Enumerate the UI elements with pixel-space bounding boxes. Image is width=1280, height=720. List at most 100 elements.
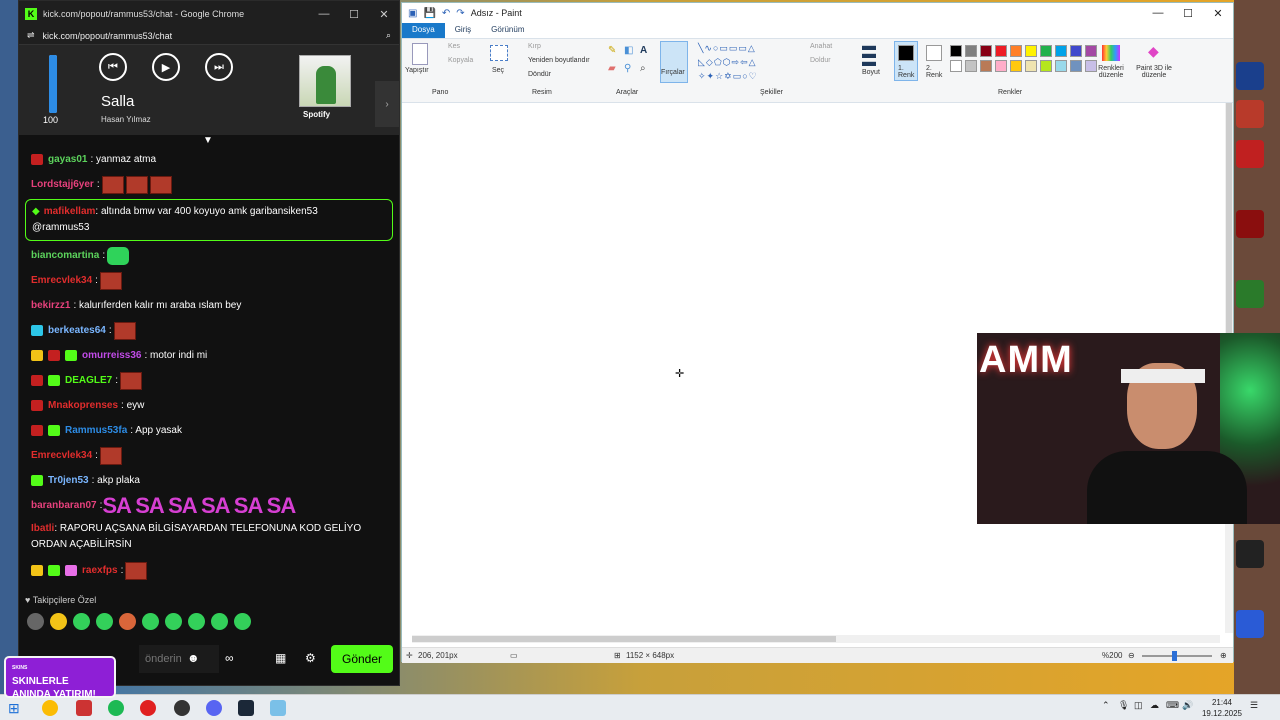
emote-icon[interactable] (211, 613, 228, 630)
cut-button[interactable]: Kes (448, 43, 460, 50)
chat-username[interactable]: Tr0jen53 (48, 475, 89, 486)
shapes-gallery-icon[interactable]: ◺◇⬠⬡⇨⇦△ (698, 57, 757, 68)
eraser-icon[interactable]: ▰ (608, 63, 616, 74)
chat-username[interactable]: berkeates64 (48, 325, 106, 336)
emote-icon[interactable] (27, 613, 44, 630)
text-tool-icon[interactable]: A (640, 45, 647, 56)
maximize-icon[interactable]: ☐ (339, 8, 369, 21)
zoom-out-icon[interactable]: ⊖ (1128, 651, 1135, 660)
paint3d-icon[interactable]: ◆ (1148, 43, 1159, 60)
scroll-thumb[interactable] (412, 636, 836, 642)
close-icon[interactable]: ✕ (369, 8, 399, 21)
palette-color-swatch[interactable] (995, 60, 1007, 72)
microphone-icon[interactable]: 🎙 (1118, 700, 1129, 711)
emote-icon[interactable] (73, 613, 90, 630)
emote-icon[interactable] (165, 613, 182, 630)
palette-color-swatch[interactable] (965, 60, 977, 72)
edit-colors-button[interactable]: Renkleri düzenle (1096, 65, 1126, 79)
palette-color-swatch[interactable] (980, 45, 992, 57)
palette-color-swatch[interactable] (950, 45, 962, 57)
play-icon[interactable]: ▶ (152, 53, 180, 81)
previous-track-icon[interactable]: ⏮ (99, 53, 127, 81)
palette-color-swatch[interactable] (1055, 60, 1067, 72)
copy-button[interactable]: Kopyala (448, 57, 473, 64)
maximize-icon[interactable]: ☐ (1173, 7, 1203, 20)
desktop-shortcut-icon[interactable] (1236, 210, 1264, 238)
chat-username[interactable]: Emrecvlek34 (31, 275, 92, 286)
color-picker-icon[interactable]: ⚲ (624, 63, 631, 74)
chat-username[interactable]: DEAGLE7 (65, 375, 112, 386)
shapes-gallery-icon[interactable]: ✧✦☆✡▭○♡ (698, 71, 758, 82)
zoom-search-icon[interactable]: ⌕ (386, 30, 391, 41)
chrome-taskbar-icon[interactable] (42, 700, 58, 716)
address-bar[interactable]: ⇌ kick.com/popout/rammus53/chat ⌕ (19, 27, 399, 45)
palette-color-swatch[interactable] (1010, 60, 1022, 72)
chat-username[interactable]: Ibatli (31, 523, 54, 534)
undo-icon[interactable]: ↶ (442, 8, 450, 19)
resize-button[interactable]: Yeniden boyutlandır (528, 57, 590, 64)
minimize-icon[interactable]: — (309, 8, 339, 20)
scroll-thumb[interactable] (1226, 103, 1232, 333)
zoom-in-icon[interactable]: ⊕ (1220, 651, 1227, 660)
palette-color-swatch[interactable] (965, 45, 977, 57)
edit-colors-icon[interactable] (1102, 45, 1120, 61)
emote-icon[interactable] (234, 613, 251, 630)
chat-username[interactable]: Lordstajj6yer (31, 179, 94, 190)
tab-home[interactable]: Giriş (445, 23, 481, 38)
chat-username[interactable]: Emrecvlek34 (31, 450, 92, 461)
palette-color-swatch[interactable] (1085, 45, 1097, 57)
chat-username[interactable]: biancomartina (31, 250, 99, 261)
volume-slider[interactable] (49, 55, 57, 113)
skins-ad-banner[interactable]: SKINS SKINLERLE ANINDA YATIRIM! (4, 656, 116, 700)
chat-username[interactable]: baranbaran07 (31, 500, 97, 511)
emote-icon[interactable] (188, 613, 205, 630)
collapse-chat-icon[interactable]: ▼ (203, 135, 213, 146)
palette-color-swatch[interactable] (980, 60, 992, 72)
chat-username[interactable]: omurreiss36 (82, 350, 141, 361)
spotify-taskbar-icon[interactable] (108, 700, 124, 716)
settings-gear-icon[interactable]: ⚙ (305, 651, 316, 665)
magnifier-icon[interactable]: ⌕ (640, 63, 646, 74)
paint3d-button[interactable]: Paint 3D ile düzenle (1132, 65, 1176, 79)
rotate-button[interactable]: Döndür (528, 71, 551, 78)
paint-taskbar-icon[interactable] (270, 700, 286, 716)
save-icon[interactable]: 💾 (423, 8, 435, 19)
fill-button[interactable]: Doldur (810, 57, 831, 64)
desktop-shortcut-icon[interactable] (1236, 140, 1264, 168)
chat-username[interactable]: mafikellam (44, 206, 96, 217)
discord-taskbar-icon[interactable] (206, 700, 222, 716)
paste-icon[interactable] (412, 43, 428, 65)
emote-icon[interactable] (142, 613, 159, 630)
chevron-right-icon[interactable]: › (375, 81, 399, 127)
paste-button[interactable]: Yapıştır (405, 67, 429, 74)
redo-icon[interactable]: ↷ (456, 8, 464, 19)
infinity-icon[interactable]: ∞ (225, 651, 234, 665)
minimize-icon[interactable]: — (1143, 7, 1173, 19)
size-icon[interactable]: ▬ ▬ ▬ (862, 38, 876, 68)
chat-input[interactable] (139, 645, 219, 673)
chat-username[interactable]: Rammus53fa (65, 425, 127, 436)
taskbar-clock[interactable]: 21:44 19.12.2025 (1200, 697, 1244, 719)
palette-color-swatch[interactable] (1070, 45, 1082, 57)
chat-username[interactable]: gayas01 (48, 154, 87, 165)
horizontal-scrollbar[interactable] (412, 635, 1220, 643)
shapes-gallery-icon[interactable]: ╲∿○▭▭▭△ (698, 43, 756, 54)
palette-color-swatch[interactable] (1070, 60, 1082, 72)
emoji-icon[interactable]: ☻ (187, 651, 200, 665)
chat-username[interactable]: Mnakoprenses (48, 400, 118, 411)
chat-username[interactable]: bekirzz1 (31, 300, 70, 311)
desktop-shortcut-icon[interactable] (1236, 540, 1264, 568)
tab-view[interactable]: Görünüm (481, 23, 534, 38)
app-taskbar-icon[interactable] (76, 700, 92, 716)
cloud-icon[interactable]: ☁ (1150, 700, 1159, 711)
brushes-button[interactable] (660, 41, 688, 83)
palette-color-swatch[interactable] (1025, 60, 1037, 72)
palette-color-swatch[interactable] (1055, 45, 1067, 57)
select-button[interactable]: Seç (492, 67, 504, 74)
network-icon[interactable]: ⌨ (1166, 700, 1179, 711)
palette-color-swatch[interactable] (1025, 45, 1037, 57)
volume-icon[interactable]: 🔊 (1182, 700, 1193, 711)
pencil-icon[interactable]: ✎ (608, 45, 616, 56)
size-button[interactable]: Boyut (862, 69, 880, 76)
palette-color-swatch[interactable] (950, 60, 962, 72)
